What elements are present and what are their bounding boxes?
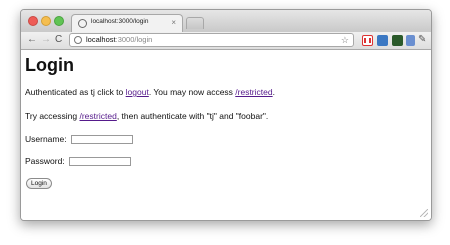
restricted-link[interactable]: /restricted [235,87,272,97]
auth-text-before: Authenticated as tj click to [25,87,126,97]
username-row: Username: [25,134,133,145]
tab-title: localhost:3000/login [91,18,149,25]
maximize-window-button[interactable] [54,16,64,26]
restricted-link-2[interactable]: /restricted [79,111,116,121]
close-tab-icon[interactable]: × [171,18,176,28]
gmail-extension-icon[interactable] [362,35,373,46]
browser-tab[interactable]: localhost:3000/login × [71,14,183,32]
close-window-button[interactable] [28,16,38,26]
instructions-before: Try accessing [25,111,80,121]
wrench-menu-icon[interactable]: ✎ [418,33,426,47]
logout-link[interactable]: logout [126,87,149,97]
password-row: Password: [25,156,132,167]
url-host: localhost [86,35,116,44]
browser-window: localhost:3000/login × ← → C localhost:3… [20,9,432,221]
page-title: Login [25,55,74,75]
forward-arrow-icon[interactable]: → [41,34,51,46]
globe-icon [74,36,82,44]
login-button[interactable]: Login [26,178,52,189]
username-label: Username: [25,134,67,145]
title-bar: localhost:3000/login × [21,10,431,32]
back-arrow-icon[interactable]: ← [27,34,37,46]
instructions-text: Try accessing /restricted, then authenti… [25,111,268,122]
reload-icon[interactable]: C [55,34,62,46]
url-path: :3000/login [115,35,153,44]
resize-grip-icon[interactable] [420,209,428,217]
username-field[interactable] [70,135,133,145]
bookmark-star-icon[interactable]: ☆ [341,34,349,46]
extension-4-icon[interactable] [406,35,415,46]
auth-status-text: Authenticated as tj click to logout. You… [25,87,275,98]
instructions-after: , then authenticate with "tj" and "fooba… [116,111,269,121]
password-label: Password: [25,156,65,167]
url-text: localhost:3000/login [86,35,152,45]
globe-icon [78,19,87,28]
page-content: Login Authenticated as tj click to logou… [21,50,431,220]
address-bar[interactable]: localhost:3000/login ☆ [69,33,354,47]
new-tab-button[interactable] [186,17,204,29]
minimize-window-button[interactable] [41,16,51,26]
auth-text-middle: . You may now access [148,87,236,97]
extension-3-icon[interactable] [392,35,403,46]
extension-2-icon[interactable] [377,35,388,46]
auth-text-after: . [272,87,275,97]
password-field[interactable] [69,157,132,167]
browser-toolbar: ← → C localhost:3000/login ☆ ✎ [21,32,431,50]
